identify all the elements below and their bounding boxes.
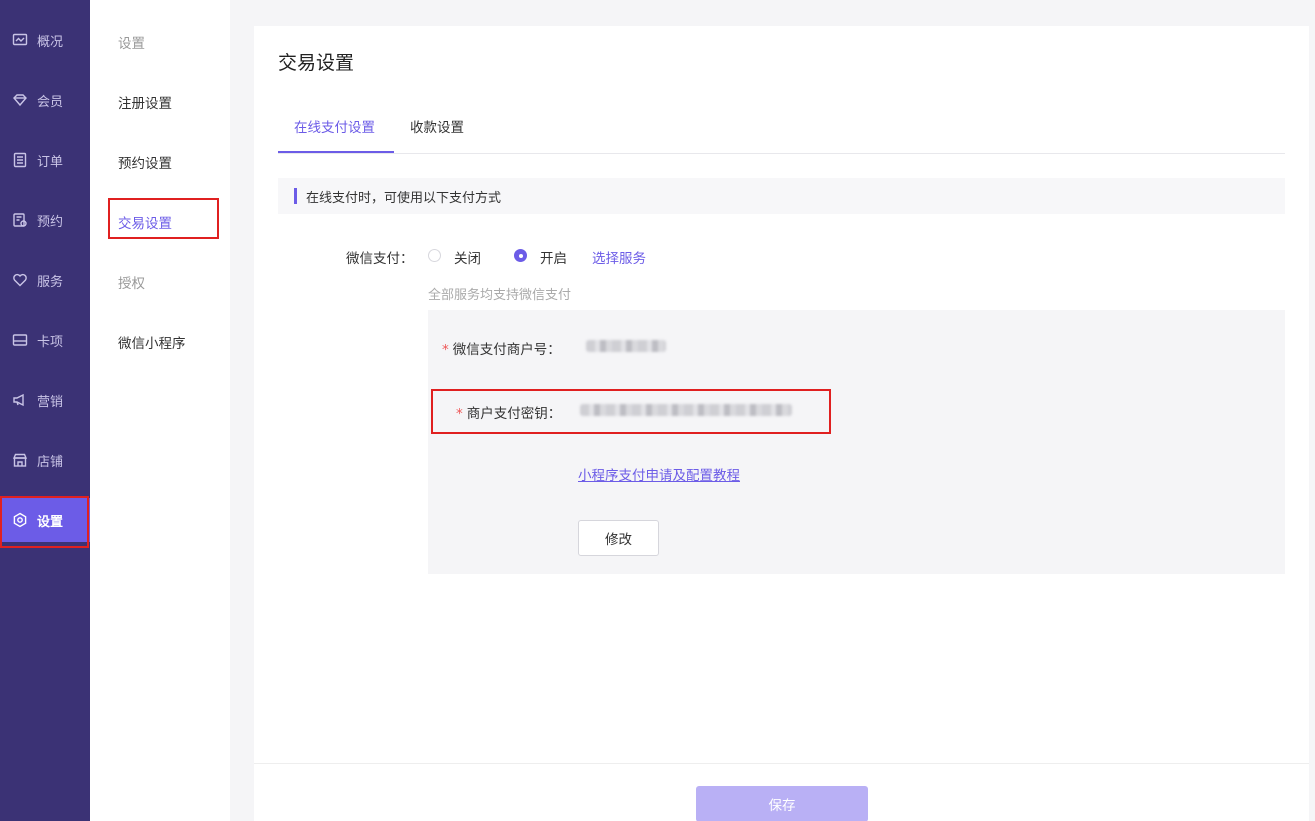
merchant-id-label-text: 微信支付商户号： (452, 342, 561, 358)
wechat-pay-off-radio[interactable] (428, 249, 441, 262)
required-mark: * (442, 342, 449, 358)
chart-icon (12, 32, 28, 48)
nav-item-store[interactable]: 店铺 (0, 438, 90, 482)
subnav-item-booking[interactable]: 预约设置 (118, 152, 172, 172)
subnav-item-miniprogram[interactable]: 微信小程序 (118, 332, 186, 352)
list-icon (12, 152, 28, 168)
payment-methods-notice: 在线支付时，可使用以下支付方式 (278, 178, 1285, 214)
required-mark: * (456, 406, 463, 422)
nav-item-booking[interactable]: 预约 (0, 198, 90, 242)
nav-item-label: 订单 (37, 154, 64, 170)
wechat-pay-on-radio[interactable] (514, 249, 527, 262)
store-icon (12, 452, 28, 468)
page-title: 交易设置 (278, 52, 355, 74)
nav-item-label: 店铺 (37, 454, 64, 470)
tab-bar: 在线支付设置 收款设置 (278, 114, 1285, 154)
notice-text: 在线支付时，可使用以下支付方式 (306, 190, 502, 206)
primary-sidebar: 概况 会员 订单 预约 服务 卡项 营销 店铺 设置 (0, 0, 90, 821)
save-button[interactable]: 保存 (696, 786, 868, 821)
main-content-card: 交易设置 在线支付设置 收款设置 在线支付时，可使用以下支付方式 微信支付： 关… (254, 26, 1309, 821)
diamond-icon (12, 92, 28, 108)
wechat-pay-label: 微信支付： (346, 251, 414, 267)
heart-icon (12, 272, 28, 288)
nav-item-label: 卡项 (37, 334, 64, 350)
nav-item-marketing[interactable]: 营销 (0, 378, 90, 422)
secondary-sidebar: 设置 注册设置 预约设置 交易设置 授权 微信小程序 (90, 0, 230, 821)
nav-item-label: 营销 (37, 394, 64, 410)
nav-item-label: 会员 (37, 94, 64, 110)
nav-item-cards[interactable]: 卡项 (0, 318, 90, 362)
footer-bar: 保存 (254, 763, 1309, 821)
edit-button[interactable]: 修改 (578, 520, 659, 556)
subnav-item-authorization[interactable]: 授权 (118, 272, 145, 292)
subnav-header: 设置 (118, 36, 145, 52)
card-icon (12, 332, 28, 348)
calendar-icon (12, 212, 28, 228)
tab-online-payment[interactable]: 在线支付设置 (294, 116, 375, 136)
select-service-link[interactable]: 选择服务 (592, 247, 646, 267)
nav-item-settings[interactable]: 设置 (0, 496, 90, 548)
nav-item-label: 概况 (37, 34, 64, 50)
nav-item-orders[interactable]: 订单 (0, 138, 90, 182)
nav-item-label: 预约 (37, 214, 64, 230)
merchant-key-label-text: 商户支付密钥： (466, 406, 562, 422)
nav-item-label: 服务 (37, 274, 64, 290)
payment-tutorial-link[interactable]: 小程序支付申请及配置教程 (578, 464, 740, 484)
nav-item-members[interactable]: 会员 (0, 78, 90, 122)
wechat-pay-on-label[interactable]: 开启 (540, 247, 567, 267)
gear-icon (12, 512, 28, 528)
tab-collection[interactable]: 收款设置 (410, 116, 464, 136)
merchant-key-value-redacted (580, 404, 792, 416)
active-tab-indicator (278, 151, 394, 153)
nav-item-overview[interactable]: 概况 (0, 18, 90, 62)
merchant-key-label: * 商户支付密钥： (456, 402, 561, 422)
nav-item-label: 设置 (37, 514, 64, 530)
subnav-item-register[interactable]: 注册设置 (118, 92, 172, 112)
nav-item-services[interactable]: 服务 (0, 258, 90, 302)
merchant-id-value-redacted (586, 340, 666, 352)
wechat-pay-hint: 全部服务均支持微信支付 (428, 288, 572, 303)
subnav-item-transaction[interactable]: 交易设置 (118, 212, 172, 232)
wechat-pay-off-label[interactable]: 关闭 (454, 247, 481, 267)
merchant-id-label: * 微信支付商户号： (442, 338, 561, 358)
megaphone-icon (12, 392, 28, 408)
